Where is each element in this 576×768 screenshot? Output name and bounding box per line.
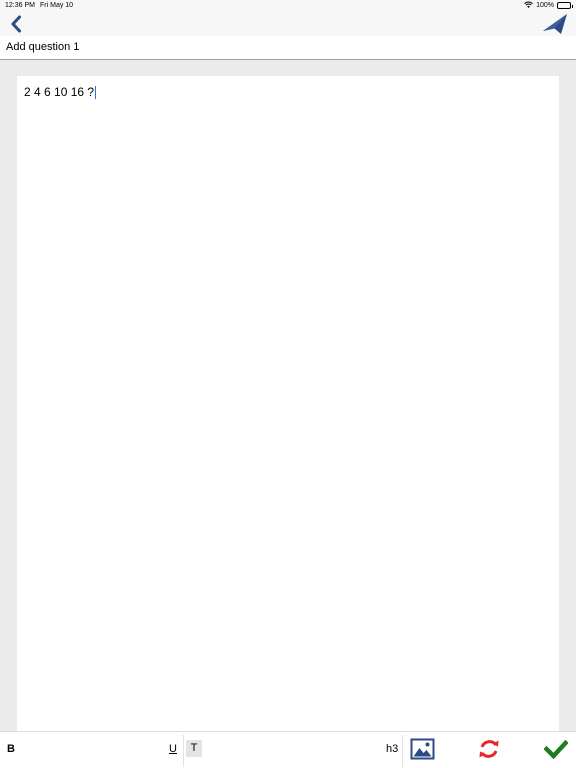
checkmark-icon — [543, 739, 569, 760]
heading-button[interactable]: h3 — [386, 743, 398, 755]
refresh-button[interactable] — [478, 738, 500, 760]
underline-button[interactable]: U — [169, 743, 177, 755]
text-style-button[interactable]: T — [186, 740, 202, 757]
toolbar-divider — [183, 735, 184, 767]
send-button[interactable] — [542, 13, 568, 35]
page-title: Add question 1 — [6, 41, 80, 53]
battery-percent: 100% — [536, 1, 554, 9]
status-date: Fri May 10 — [40, 2, 74, 9]
toolbar-divider — [402, 735, 403, 767]
image-icon — [410, 738, 435, 760]
question-text: 2 4 6 10 16 ? — [24, 85, 95, 99]
chevron-left-icon — [11, 15, 21, 33]
status-time: 12:36 PM — [5, 2, 35, 9]
refresh-icon — [479, 740, 499, 758]
battery-icon — [557, 1, 573, 9]
wifi-icon — [524, 1, 533, 8]
paper-plane-icon — [543, 14, 567, 34]
question-editor[interactable]: 2 4 6 10 16 ? — [17, 76, 559, 732]
done-button[interactable] — [543, 739, 569, 760]
status-indicators: 100% — [524, 1, 573, 9]
navigation-bar — [0, 12, 576, 36]
title-bar: Add question 1 — [0, 36, 576, 60]
editor-content[interactable]: 2 4 6 10 16 ? — [24, 85, 97, 99]
text-caret — [95, 85, 97, 99]
bold-button[interactable]: B — [7, 743, 15, 755]
status-bar: 12:36 PM Fri May 10 100% — [0, 0, 576, 12]
insert-image-button[interactable] — [410, 738, 435, 760]
formatting-toolbar: B U T h3 — [0, 731, 576, 768]
back-button[interactable] — [6, 14, 26, 34]
